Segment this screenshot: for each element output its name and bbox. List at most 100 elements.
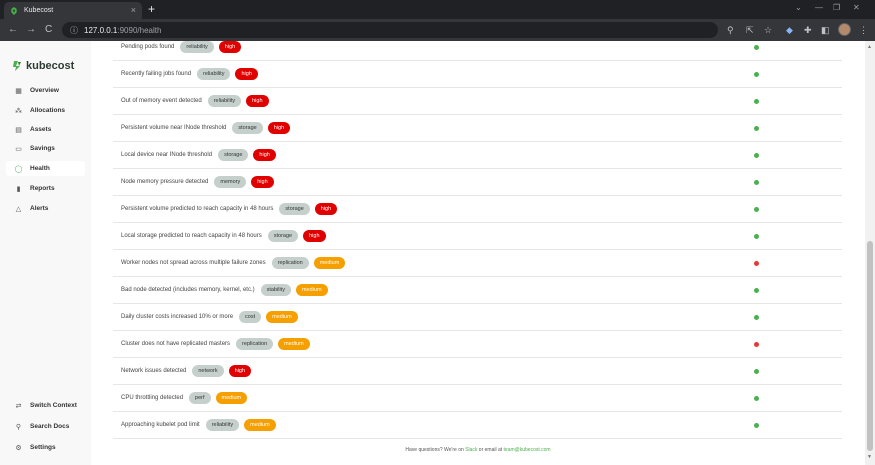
scroll-down-arrow-icon[interactable]: ▼: [867, 455, 872, 460]
sidebar-item-switch-context[interactable]: ⇄ Switch Context: [6, 398, 85, 413]
search-icon: ⚲: [15, 423, 22, 431]
back-button[interactable]: ←: [8, 24, 18, 35]
scrollbar[interactable]: ▲ ▼: [865, 41, 875, 465]
sidebar-item-label: Reports: [30, 185, 55, 192]
sidebar-item-savings[interactable]: ▭ Savings: [6, 141, 85, 156]
health-check-row: Recently failing jobs found reliability hi…: [113, 61, 842, 88]
bell-icon: △: [15, 205, 22, 213]
sidebar-item-label: Alerts: [30, 205, 49, 212]
check-description: Network issues detected: [121, 368, 187, 374]
check-description: Pending pods found: [121, 44, 175, 50]
health-check-row: Local storage predicted to reach capacit…: [113, 223, 842, 250]
minimize-button[interactable]: —: [815, 3, 823, 12]
sidebar-item-label: Health: [30, 165, 50, 172]
window-close-button[interactable]: ✕: [853, 3, 860, 12]
reload-button[interactable]: C: [45, 24, 52, 35]
slack-link[interactable]: Slack: [465, 447, 477, 453]
check-description: Out of memory event detected: [121, 98, 202, 104]
tab-search-icon[interactable]: ⌄: [795, 3, 802, 12]
email-link[interactable]: team@kubecost.com: [504, 447, 551, 453]
severity-badge: high: [228, 365, 252, 377]
category-badge: storage: [279, 203, 310, 215]
sidebar-item-assets[interactable]: ▤ Assets: [6, 122, 85, 137]
browser-tab-bar: Kubecost × + ⌄ — ❐ ✕: [0, 0, 875, 19]
kubecost-logo-icon: [13, 61, 21, 71]
maximize-button[interactable]: ❐: [833, 3, 840, 12]
scrollbar-thumb[interactable]: [867, 241, 873, 451]
health-page: Pending pods found reliability high Recentl…: [91, 41, 865, 465]
sidebar-item-alerts[interactable]: △ Alerts: [6, 201, 85, 216]
kubecost-favicon-icon: [11, 6, 17, 15]
check-description: Approaching kubelet pod limit: [121, 422, 200, 428]
severity-badge: medium: [278, 338, 310, 350]
status-pass-icon: [754, 207, 759, 212]
footer: Have questions? We're on Slack or email …: [91, 447, 865, 453]
forward-button[interactable]: →: [26, 24, 36, 35]
severity-badge: high: [253, 149, 276, 161]
category-badge: reliability: [207, 95, 242, 107]
category-badge: replication: [271, 257, 309, 269]
category-badge: reliability: [197, 68, 231, 80]
severity-badge: medium: [295, 284, 328, 296]
sidebar-item-search-docs[interactable]: ⚲ Search Docs: [6, 419, 85, 434]
health-check-row: Persistent volume predicted to reach cap…: [113, 196, 842, 223]
health-check-row: Worker nodes not spread across multiple …: [113, 250, 842, 277]
health-check-row: Node memory pressure detected memory high: [113, 169, 842, 196]
severity-badge: medium: [244, 419, 276, 431]
sidebar-item-allocations[interactable]: ⁂ Allocations: [6, 103, 85, 118]
status-pass-icon: [754, 180, 759, 185]
browser-menu-icon[interactable]: ⋮: [859, 25, 868, 35]
health-check-row: Persistent volume near INode threshold st…: [113, 115, 842, 142]
category-badge: storage: [218, 149, 249, 161]
severity-badge: high: [235, 68, 258, 80]
check-description: Local storage predicted to reach capacit…: [121, 233, 262, 239]
status-pass-icon: [754, 126, 759, 131]
sidebar: kubecost ▦ Overview ⁂ Allocations ▤ Assets ▭ Sa…: [0, 41, 91, 465]
health-check-row: CPU throttling detected perf medium: [113, 385, 842, 412]
sidebar-item-label: Savings: [30, 145, 55, 152]
scroll-up-arrow-icon[interactable]: ▲: [867, 45, 872, 50]
severity-badge: high: [251, 176, 274, 188]
check-description: Recently failing jobs found: [121, 71, 192, 77]
health-check-row: Daily cluster costs increased 10% or mor…: [113, 304, 842, 331]
category-badge: reliability: [180, 41, 214, 53]
brand-name: kubecost: [26, 60, 75, 72]
sidebar-item-overview[interactable]: ▦ Overview: [6, 83, 85, 98]
check-description: Node memory pressure detected: [121, 179, 209, 185]
status-pass-icon: [754, 315, 759, 320]
status-pass-icon: [754, 99, 759, 104]
tab-close-icon[interactable]: ×: [131, 6, 136, 15]
savings-icon: ▭: [15, 145, 22, 153]
new-tab-button[interactable]: +: [148, 2, 155, 16]
status-pass-icon: [754, 153, 759, 158]
health-icon: ◯: [14, 165, 23, 173]
status-pass-icon: [754, 234, 759, 239]
kubecost-logo[interactable]: kubecost: [12, 60, 74, 72]
health-check-row: Local device near INode threshold storage…: [113, 142, 842, 169]
sidebar-item-label: Allocations: [30, 107, 66, 114]
site-info-icon[interactable]: ⓘ: [70, 25, 78, 36]
sidebar-item-label: Switch Context: [30, 402, 77, 409]
status-pass-icon: [754, 396, 759, 401]
status-fail-icon: [754, 342, 759, 347]
sidebar-item-label: Search Docs: [30, 423, 70, 430]
switch-icon: ⇄: [15, 402, 22, 410]
sidebar-item-health[interactable]: ◯ Health: [6, 161, 85, 176]
check-description: Bad node detected (includes memory, kern…: [121, 287, 255, 293]
browser-tab[interactable]: Kubecost ×: [4, 2, 142, 19]
grid-icon: ▦: [15, 87, 22, 95]
category-badge: stability: [260, 284, 291, 296]
status-pass-icon: [754, 423, 759, 428]
health-check-row: Bad node detected (includes memory, kern…: [113, 277, 842, 304]
health-check-row: Cluster does not have replicated masters…: [113, 331, 842, 358]
gear-icon: ⚙: [15, 444, 22, 452]
tab-title: Kubecost: [24, 7, 54, 14]
severity-badge: medium: [266, 311, 298, 323]
status-pass-icon: [754, 288, 759, 293]
sidebar-item-reports[interactable]: ▮ Reports: [6, 181, 85, 196]
category-badge: memory: [214, 176, 247, 188]
category-badge: storage: [232, 122, 263, 134]
sidebar-item-label: Settings: [30, 444, 56, 451]
sidebar-item-settings[interactable]: ⚙ Settings: [6, 440, 85, 455]
category-badge: reliability: [205, 419, 240, 431]
